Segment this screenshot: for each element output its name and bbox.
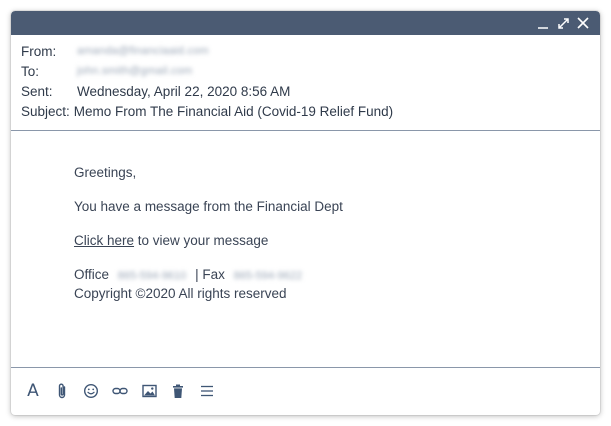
compose-toolbar: A xyxy=(11,368,600,414)
sent-row: Sent: Wednesday, April 22, 2020 8:56 AM xyxy=(21,81,590,101)
sent-label: Sent: xyxy=(21,83,53,99)
text-format-icon[interactable]: A xyxy=(24,381,42,401)
greeting-text: Greetings, xyxy=(74,165,137,180)
subject-value: Memo From The Financial Aid (Covid-19 Re… xyxy=(73,103,394,119)
minimize-icon[interactable] xyxy=(536,15,550,31)
to-label: To: xyxy=(21,63,40,79)
subject-label: Subject: xyxy=(21,103,70,119)
close-icon[interactable] xyxy=(576,15,590,31)
title-bar xyxy=(11,11,600,35)
from-value[interactable]: amanda@financiaaid.com xyxy=(77,45,209,57)
email-header: From: amanda@financiaaid.com To: john.sm… xyxy=(11,35,600,131)
to-row: To: john.smith@gmail.com xyxy=(21,61,590,81)
click-here-link[interactable]: Click here xyxy=(74,233,134,248)
office-label: Office xyxy=(74,267,110,282)
menu-icon[interactable] xyxy=(198,381,216,401)
sent-value: Wednesday, April 22, 2020 8:56 AM xyxy=(77,83,291,99)
trash-icon[interactable] xyxy=(169,381,187,401)
email-body: Greetings, You have a message from the F… xyxy=(11,131,600,368)
window-controls xyxy=(536,13,590,33)
from-label: From: xyxy=(21,43,57,59)
email-window: From: amanda@financiaaid.com To: john.sm… xyxy=(11,11,600,415)
attachment-icon[interactable] xyxy=(53,381,71,401)
message-text: You have a message from the Financial De… xyxy=(74,199,343,214)
image-icon[interactable] xyxy=(140,381,158,401)
emoji-icon[interactable] xyxy=(82,381,100,401)
fax-value: 865-594-9622 xyxy=(233,270,303,282)
from-row: From: amanda@financiaaid.com xyxy=(21,41,590,61)
contact-line: Office 865-594-9610 | Fax 865-594-9622 xyxy=(74,266,600,285)
link-suffix-text: to view your message xyxy=(134,233,269,248)
link-icon[interactable] xyxy=(111,381,129,401)
office-value: 865-594-9610 xyxy=(117,270,187,282)
expand-icon[interactable] xyxy=(556,15,570,31)
copyright-text: Copyright ©2020 All rights reserved xyxy=(74,286,287,301)
fax-label: | Fax xyxy=(195,267,225,282)
link-line: Click here to view your message xyxy=(74,232,600,249)
subject-row: Subject: Memo From The Financial Aid (Co… xyxy=(21,101,590,121)
to-value[interactable]: john.smith@gmail.com xyxy=(77,65,192,77)
